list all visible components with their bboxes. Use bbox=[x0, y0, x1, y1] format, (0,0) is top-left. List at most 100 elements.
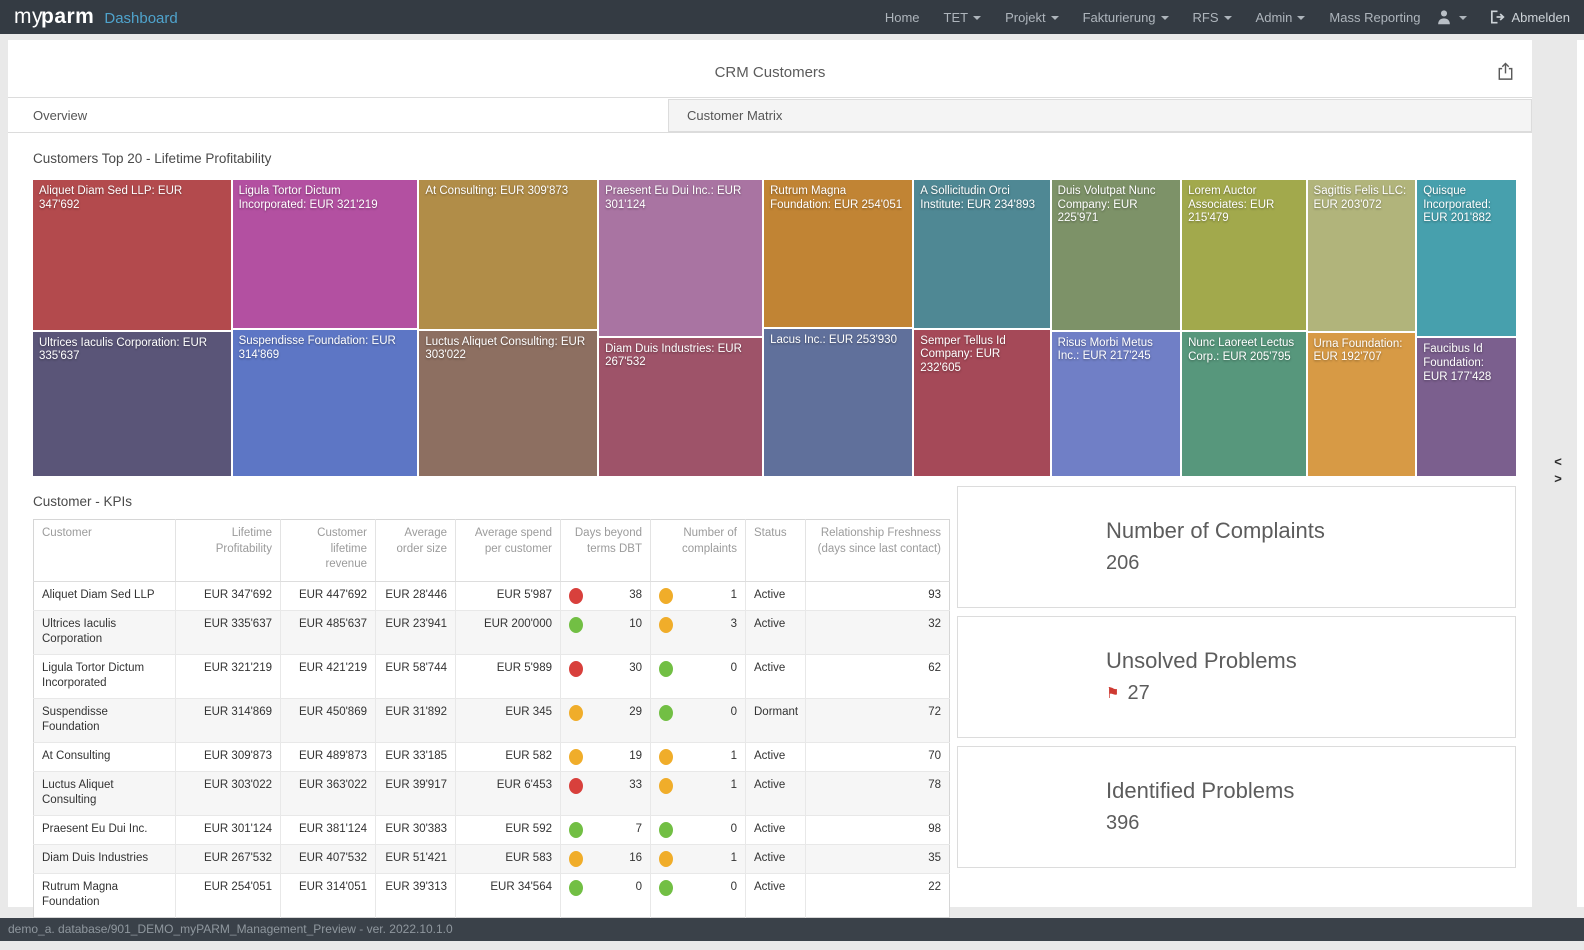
tab-customer-matrix-label: Customer Matrix bbox=[687, 108, 782, 123]
cell-complaints: 1 bbox=[651, 844, 746, 873]
cell-status: Active bbox=[746, 581, 806, 610]
kpi-card-value: 206 bbox=[1106, 552, 1139, 575]
nav-item-home[interactable]: Home bbox=[885, 10, 920, 25]
cell-avg_order_size: EUR 39'313 bbox=[376, 873, 456, 917]
cell-value: 0 bbox=[731, 822, 737, 838]
cell-avg_spend: EUR 5'989 bbox=[456, 654, 561, 698]
nav-item-fakturierung[interactable]: Fakturierung bbox=[1083, 10, 1169, 25]
treemap-tile[interactable]: Praesent Eu Dui Inc.: EUR 301'124 bbox=[599, 180, 762, 336]
cell-freshness: 35 bbox=[806, 844, 950, 873]
cell-dbt: 33 bbox=[561, 771, 651, 815]
column-header-customer: Customer bbox=[34, 520, 176, 582]
treemap-tile-label: Risus Morbi Metus Inc.: EUR 217'245 bbox=[1052, 332, 1180, 364]
status-dot-yellow bbox=[659, 588, 673, 604]
cell-value: 33 bbox=[629, 778, 642, 794]
cell-value: 30 bbox=[629, 661, 642, 677]
column-header-avg_order_size: Average order size bbox=[376, 520, 456, 582]
cell-lifetime_profitability: EUR 314'869 bbox=[176, 698, 281, 742]
treemap-tile[interactable]: Ultrices Iaculis Corporation: EUR 335'63… bbox=[33, 332, 231, 476]
tab-customer-matrix[interactable]: Customer Matrix bbox=[668, 99, 1532, 132]
treemap-tile-label: Luctus Aliquet Consulting: EUR 303'022 bbox=[419, 331, 597, 363]
cell-value: 0 bbox=[636, 880, 642, 896]
treemap-tile[interactable]: Quisque Incorporated: EUR 201'882 bbox=[1417, 180, 1516, 336]
status-dot-red bbox=[569, 778, 583, 794]
cell-value: 3 bbox=[731, 617, 737, 633]
cell-value: 1 bbox=[731, 749, 737, 765]
cell-status: Active bbox=[746, 654, 806, 698]
logout-icon bbox=[1489, 9, 1506, 25]
table-row: Ultrices Iaculis CorporationEUR 335'637E… bbox=[34, 610, 950, 654]
treemap-tile-label: A Sollicitudin Orci Institute: EUR 234'8… bbox=[914, 180, 1049, 212]
kpi-card-unsolved-problems[interactable]: Unsolved Problems⚑27 bbox=[957, 616, 1516, 738]
cell-customer: Ligula Tortor Dictum Incorporated bbox=[34, 654, 176, 698]
treemap-tile[interactable]: Lorem Auctor Associates: EUR 215'479 bbox=[1182, 180, 1305, 330]
cell-avg_spend: EUR 345 bbox=[456, 698, 561, 742]
tab-overview[interactable]: Overview bbox=[8, 98, 693, 132]
cell-value: 19 bbox=[629, 749, 642, 765]
treemap-tile[interactable]: Aliquet Diam Sed LLP: EUR 347'692 bbox=[33, 180, 231, 330]
logout-button[interactable]: Abmelden bbox=[1489, 9, 1570, 25]
nav-item-label: Fakturierung bbox=[1083, 10, 1156, 25]
pager-left-icon[interactable]: < bbox=[1548, 453, 1568, 470]
treemap-tile[interactable]: At Consulting: EUR 309'873 bbox=[419, 180, 597, 329]
app-logo[interactable]: myparm Dashboard bbox=[14, 5, 178, 29]
kpi-table-body: Aliquet Diam Sed LLPEUR 347'692EUR 447'6… bbox=[34, 581, 950, 917]
right-edge-panel bbox=[1577, 40, 1584, 907]
nav-item-label: Projekt bbox=[1005, 10, 1045, 25]
logo-subtitle: Dashboard bbox=[104, 10, 177, 27]
treemap-tile[interactable]: Suspendisse Foundation: EUR 314'869 bbox=[233, 330, 418, 476]
cell-value: 1 bbox=[731, 588, 737, 604]
treemap-tile[interactable]: Sagittis Felis LLC: EUR 203'072 bbox=[1308, 180, 1416, 331]
kpi-table: CustomerLifetime ProfitabilityCustomer l… bbox=[33, 519, 950, 918]
export-button[interactable] bbox=[1495, 61, 1516, 82]
treemap-column: Duis Volutpat Nunc Company: EUR 225'971R… bbox=[1052, 180, 1180, 476]
treemap-tile[interactable]: Faucibus Id Foundation: EUR 177'428 bbox=[1417, 338, 1516, 476]
cell-avg_order_size: EUR 23'941 bbox=[376, 610, 456, 654]
cell-dbt: 19 bbox=[561, 742, 651, 771]
nav-item-tet[interactable]: TET bbox=[944, 10, 982, 25]
export-icon bbox=[1495, 61, 1516, 82]
user-menu-button[interactable] bbox=[1434, 8, 1467, 26]
treemap-tile-label: Lacus Inc.: EUR 253'930 bbox=[764, 329, 912, 348]
cell-status: Active bbox=[746, 844, 806, 873]
nav-item-admin[interactable]: Admin bbox=[1256, 10, 1306, 25]
table-row: Diam Duis IndustriesEUR 267'532EUR 407'5… bbox=[34, 844, 950, 873]
treemap-tile[interactable]: Urna Foundation: EUR 192'707 bbox=[1308, 333, 1416, 476]
treemap-tile[interactable]: Lacus Inc.: EUR 253'930 bbox=[764, 329, 912, 476]
cell-dbt: 38 bbox=[561, 581, 651, 610]
treemap-tile[interactable]: Risus Morbi Metus Inc.: EUR 217'245 bbox=[1052, 332, 1180, 476]
cell-lifetime_revenue: EUR 381'124 bbox=[281, 815, 376, 844]
cell-lifetime_revenue: EUR 407'532 bbox=[281, 844, 376, 873]
table-row: Rutrum Magna FoundationEUR 254'051EUR 31… bbox=[34, 873, 950, 917]
pager-right-icon[interactable]: > bbox=[1548, 470, 1568, 487]
kpi-card-title: Identified Problems bbox=[1106, 778, 1505, 804]
status-dot-green bbox=[659, 822, 673, 838]
cell-freshness: 62 bbox=[806, 654, 950, 698]
treemap-tile[interactable]: Luctus Aliquet Consulting: EUR 303'022 bbox=[419, 331, 597, 476]
column-header-freshness: Relationship Freshness (days since last … bbox=[806, 520, 950, 582]
nav-item-rfs[interactable]: RFS bbox=[1193, 10, 1232, 25]
treemap-tile[interactable]: Nunc Laoreet Lectus Corp.: EUR 205'795 bbox=[1182, 332, 1305, 476]
treemap-tile[interactable]: Diam Duis Industries: EUR 267'532 bbox=[599, 338, 762, 476]
top-navbar: myparm Dashboard Home TET Projekt Fakturier… bbox=[0, 0, 1584, 34]
treemap-tile-label: Ultrices Iaculis Corporation: EUR 335'63… bbox=[33, 332, 231, 364]
treemap-tile[interactable]: A Sollicitudin Orci Institute: EUR 234'8… bbox=[914, 180, 1049, 328]
cell-freshness: 78 bbox=[806, 771, 950, 815]
nav-item-projekt[interactable]: Projekt bbox=[1005, 10, 1058, 25]
chevron-down-icon bbox=[1161, 16, 1169, 20]
nav-item-mass-reporting[interactable]: Mass Reporting bbox=[1329, 10, 1420, 25]
kpi-card-identified-problems[interactable]: Identified Problems396 bbox=[957, 746, 1516, 868]
cell-lifetime_revenue: EUR 421'219 bbox=[281, 654, 376, 698]
treemap-tile[interactable]: Rutrum Magna Foundation: EUR 254'051 bbox=[764, 180, 912, 327]
treemap-tile[interactable]: Ligula Tortor Dictum Incorporated: EUR 3… bbox=[233, 180, 418, 328]
chevron-down-icon bbox=[1224, 16, 1232, 20]
treemap-tile[interactable]: Duis Volutpat Nunc Company: EUR 225'971 bbox=[1052, 180, 1180, 330]
cell-customer: Praesent Eu Dui Inc. bbox=[34, 815, 176, 844]
treemap-tile-label: Diam Duis Industries: EUR 267'532 bbox=[599, 338, 762, 370]
cell-complaints: 1 bbox=[651, 771, 746, 815]
treemap-tile[interactable]: Semper Tellus Id Company: EUR 232'605 bbox=[914, 330, 1049, 476]
kpi-card-number-of-complaints[interactable]: Number of Complaints206 bbox=[957, 486, 1516, 608]
cell-complaints: 0 bbox=[651, 698, 746, 742]
cell-complaints: 3 bbox=[651, 610, 746, 654]
treemap-column: Sagittis Felis LLC: EUR 203'072Urna Foun… bbox=[1308, 180, 1416, 476]
